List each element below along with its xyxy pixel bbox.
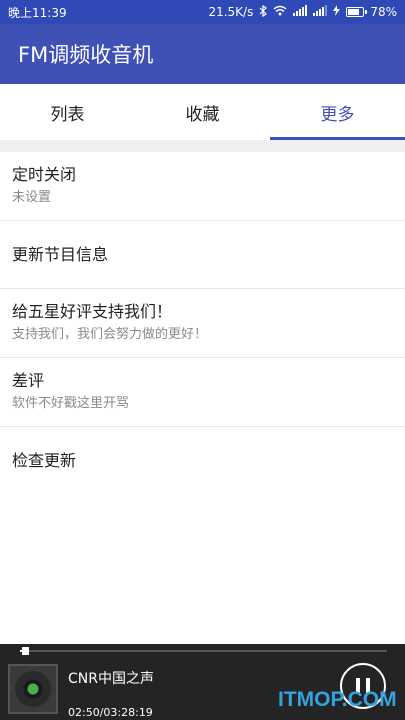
menu-item-subtitle: 软件不好戳这里开骂 — [12, 396, 130, 411]
playback-time: 02:50/03:28:19 — [68, 706, 153, 719]
bluetooth-icon — [259, 4, 268, 20]
menu-item-title: 检查更新 — [12, 451, 77, 470]
menu-item-rate-five-stars[interactable]: 给五星好评支持我们！ 支持我们，我们会努力做的更好！ — [0, 289, 405, 358]
menu-item-check-update[interactable]: 检查更新 — [0, 427, 405, 495]
wifi-icon — [273, 5, 287, 19]
battery-percent: 78% — [370, 5, 397, 19]
tab-favorites[interactable]: 收藏 — [135, 84, 270, 140]
battery-icon — [346, 7, 368, 17]
progress-knob[interactable] — [21, 647, 29, 655]
menu-item-title: 给五星好评支持我们！ — [12, 302, 173, 321]
charging-icon — [333, 5, 341, 19]
menu-item-subtitle: 支持我们，我们会努力做的更好！ — [12, 327, 208, 342]
tab-label: 列表 — [50, 104, 85, 125]
album-art-icon[interactable] — [8, 664, 58, 714]
network-speed: 21.5K/s — [208, 5, 254, 19]
tab-bar: 列表 收藏 更多 — [0, 84, 405, 140]
signal-icon — [293, 5, 308, 19]
watermark: ITMOP.COM — [278, 688, 397, 711]
tab-label: 更多 — [320, 104, 355, 125]
section-divider — [0, 140, 405, 152]
app-bar: FM调频收音机 — [0, 24, 405, 84]
disc-icon — [15, 671, 51, 707]
tab-label: 收藏 — [185, 104, 220, 125]
settings-list: 定时关闭 未设置 更新节目信息 给五星好评支持我们！ 支持我们，我们会努力做的更… — [0, 152, 405, 495]
status-bar: 晚上11:39 21.5K/s 78% — [0, 0, 405, 24]
status-indicators: 21.5K/s 78% — [208, 4, 397, 20]
signal-icon — [313, 5, 328, 19]
menu-item-sleep-timer[interactable]: 定时关闭 未设置 — [0, 152, 405, 221]
status-time: 晚上11:39 — [8, 5, 67, 20]
progress-bar[interactable] — [20, 647, 387, 655]
menu-item-title: 定时关闭 — [12, 165, 77, 184]
menu-item-bad-review[interactable]: 差评 软件不好戳这里开骂 — [0, 358, 405, 427]
app-title: FM调频收音机 — [18, 43, 154, 67]
station-name: CNR中国之声 — [68, 671, 154, 687]
menu-item-update-programs[interactable]: 更新节目信息 — [0, 221, 405, 289]
menu-item-title: 差评 — [12, 371, 45, 390]
tab-more[interactable]: 更多 — [270, 84, 405, 140]
tab-list[interactable]: 列表 — [0, 84, 135, 140]
menu-item-title: 更新节目信息 — [12, 244, 109, 264]
menu-item-subtitle: 未设置 — [12, 190, 52, 205]
